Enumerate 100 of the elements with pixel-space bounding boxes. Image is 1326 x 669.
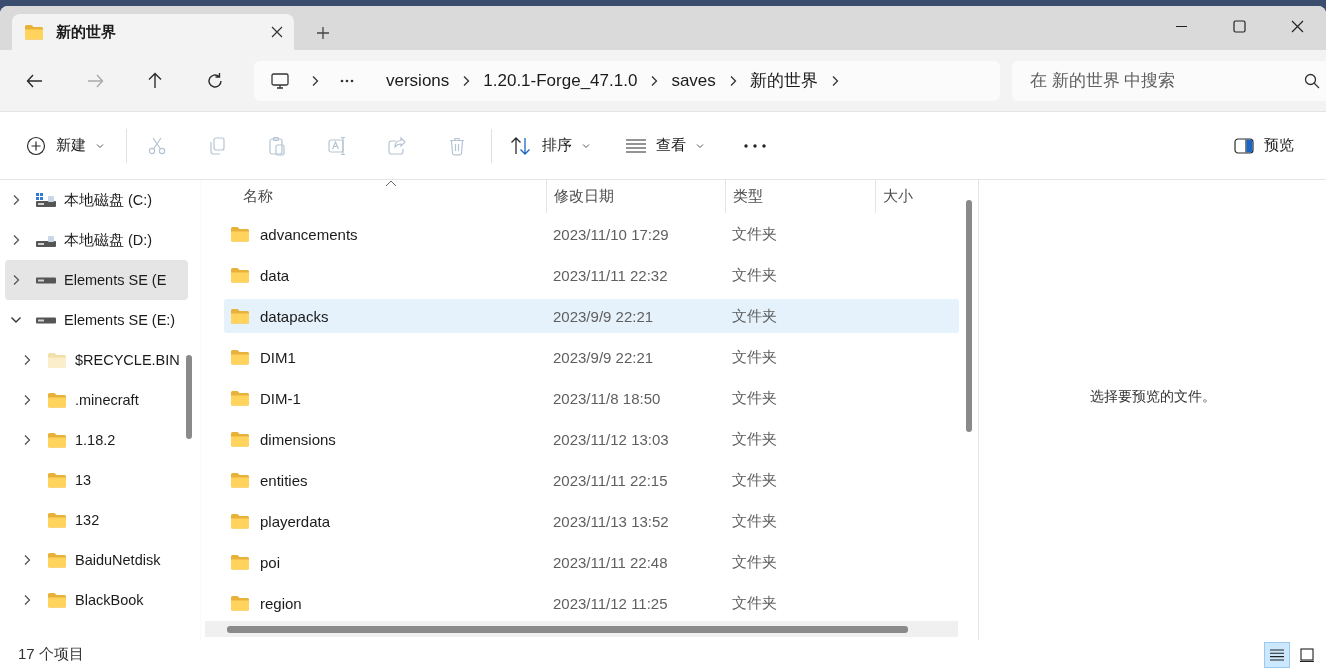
nav-tree-item[interactable]: BlackBook <box>5 580 188 620</box>
nav-tree-item[interactable]: 1.18.2 <box>5 420 188 460</box>
folder-icon <box>230 226 250 242</box>
more-icon[interactable] <box>744 143 766 148</box>
chevron-right-icon <box>310 74 320 87</box>
nav-tree-item[interactable]: $RECYCLE.BIN <box>5 340 188 380</box>
folder-icon <box>230 554 250 570</box>
nav-tree-item[interactable]: 132 <box>5 500 188 540</box>
nav-tree-item[interactable]: BaiduNetdisk <box>5 540 188 580</box>
type-cell-text: 文件夹 <box>731 306 778 326</box>
chevron-right-icon[interactable] <box>22 594 32 606</box>
breadcrumb-item[interactable]: saves <box>671 70 716 91</box>
scrollbar[interactable] <box>966 200 972 432</box>
refresh-icon[interactable] <box>205 70 225 91</box>
tab[interactable]: 新的世界 <box>12 14 294 50</box>
address-bar[interactable]: versions 1.20.1-Forge_47.1.0 saves 新的世界 <box>254 60 1000 101</box>
type-cell-text: 文件夹 <box>731 593 778 613</box>
breadcrumb-item[interactable]: 1.20.1-Forge_47.1.0 <box>483 70 638 91</box>
drive-icon <box>35 192 57 208</box>
date-cell-text: 2023/11/13 13:52 <box>552 512 670 530</box>
date-cell-text: 2023/11/8 18:50 <box>552 389 662 407</box>
close-icon[interactable] <box>270 25 284 39</box>
column-header[interactable]: 类型 <box>725 180 875 213</box>
folder-icon <box>47 392 67 408</box>
chevron-right-icon[interactable] <box>22 354 32 366</box>
nav-tree-label: Elements SE (E:) <box>64 312 176 328</box>
file-row[interactable]: data 2023/11/11 22:32 文件夹 <box>224 258 959 292</box>
plus-icon[interactable] <box>316 26 330 40</box>
chevron-right-icon <box>461 74 472 87</box>
file-name: region <box>260 594 302 612</box>
view-button[interactable]: 查看 <box>626 127 704 164</box>
item-count: 17 个项目 <box>18 645 84 664</box>
preview-pane-button[interactable]: 预览 <box>1234 127 1294 164</box>
breadcrumb-item[interactable]: versions <box>386 70 450 91</box>
date-cell-text: 2023/9/9 22:21 <box>552 307 655 325</box>
plus-circle-icon <box>26 135 46 156</box>
sort-button[interactable]: 排序 <box>510 127 590 164</box>
nav-tree-item[interactable]: Elements SE (E:) <box>5 300 188 340</box>
folder-icon <box>47 352 67 368</box>
chevron-right-icon[interactable] <box>11 194 21 206</box>
file-name: datapacks <box>260 307 329 325</box>
nav-tree-item[interactable]: Elements SE (E <box>5 260 188 300</box>
nav-tree-item[interactable]: 本地磁盘 (C:) <box>5 180 188 220</box>
column-header[interactable]: 修改日期 <box>546 180 725 213</box>
file-row[interactable]: DIM1 2023/9/9 22:21 文件夹 <box>224 340 959 374</box>
nav-tree-label: 132 <box>75 512 100 528</box>
breadcrumb-item[interactable]: 新的世界 <box>749 69 818 92</box>
file-row[interactable]: region 2023/11/12 11:25 文件夹 <box>224 586 959 620</box>
new-button[interactable]: 新建 <box>26 127 104 164</box>
file-row[interactable]: poi 2023/11/11 22:48 文件夹 <box>224 545 959 579</box>
search-icon[interactable] <box>1304 72 1320 89</box>
scrollbar[interactable] <box>186 355 192 439</box>
drive-icon <box>35 276 57 284</box>
nav-tree-label: BaiduNetdisk <box>75 552 161 568</box>
folder-icon <box>230 267 250 283</box>
file-row[interactable]: dimensions 2023/11/12 13:03 文件夹 <box>224 422 959 456</box>
file-row[interactable]: advancements 2023/11/10 17:29 文件夹 <box>224 217 959 251</box>
nav-tree-label: 本地磁盘 (C:) <box>64 190 153 210</box>
column-header[interactable]: 名称 <box>224 180 546 213</box>
file-row[interactable]: playerdata 2023/11/13 13:52 文件夹 <box>224 504 959 538</box>
folder-icon <box>47 472 67 488</box>
file-name: DIM-1 <box>260 389 301 407</box>
type-cell-text: 文件夹 <box>731 470 778 490</box>
search-input[interactable]: 在 新的世界 中搜索 <box>1028 69 1304 92</box>
folder-icon <box>47 552 67 568</box>
search-field[interactable]: 在 新的世界 中搜索 <box>1012 60 1326 101</box>
nav-tree-label: .minecraft <box>75 392 139 408</box>
chevron-down-icon[interactable] <box>10 315 22 325</box>
details-view-icon <box>1270 648 1284 661</box>
sort-caret-icon <box>385 180 397 187</box>
preview-message: 选择要预览的文件。 <box>1089 388 1216 406</box>
scrollbar[interactable] <box>227 625 908 633</box>
view-toggle-button[interactable] <box>1264 641 1290 668</box>
folder-icon <box>230 349 250 365</box>
type-cell-text: 文件夹 <box>731 511 778 531</box>
nav-tree-label: BlackBook <box>75 592 144 608</box>
lines-icon <box>626 138 646 153</box>
nav-tree-item[interactable]: 本地磁盘 (D:) <box>5 220 188 260</box>
nav-tree-item[interactable]: .minecraft <box>5 380 188 420</box>
ellipsis-icon[interactable] <box>340 78 354 83</box>
caret-icon <box>582 142 590 149</box>
file-row[interactable]: DIM-1 2023/11/8 18:50 文件夹 <box>224 381 959 415</box>
chevron-right-icon[interactable] <box>22 434 32 446</box>
chevron-right-icon[interactable] <box>11 274 21 286</box>
date-cell-text: 2023/11/11 22:32 <box>552 266 669 284</box>
folder-icon <box>47 432 67 448</box>
folder-icon <box>230 513 250 529</box>
horizontal-scrollbar[interactable] <box>205 621 958 637</box>
file-row[interactable]: datapacks 2023/9/9 22:21 文件夹 <box>224 299 959 333</box>
nav-tree-item[interactable]: 13 <box>5 460 188 500</box>
folder-icon <box>47 512 67 528</box>
type-cell-text: 文件夹 <box>731 429 778 449</box>
folder-icon <box>24 24 44 40</box>
chevron-right-icon[interactable] <box>22 554 32 566</box>
file-name: advancements <box>260 225 358 243</box>
file-row[interactable]: entities 2023/11/11 22:15 文件夹 <box>224 463 959 497</box>
chevron-right-icon[interactable] <box>11 234 21 246</box>
folder-icon <box>230 431 250 447</box>
chevron-right-icon[interactable] <box>22 394 32 406</box>
file-name: playerdata <box>260 512 331 530</box>
